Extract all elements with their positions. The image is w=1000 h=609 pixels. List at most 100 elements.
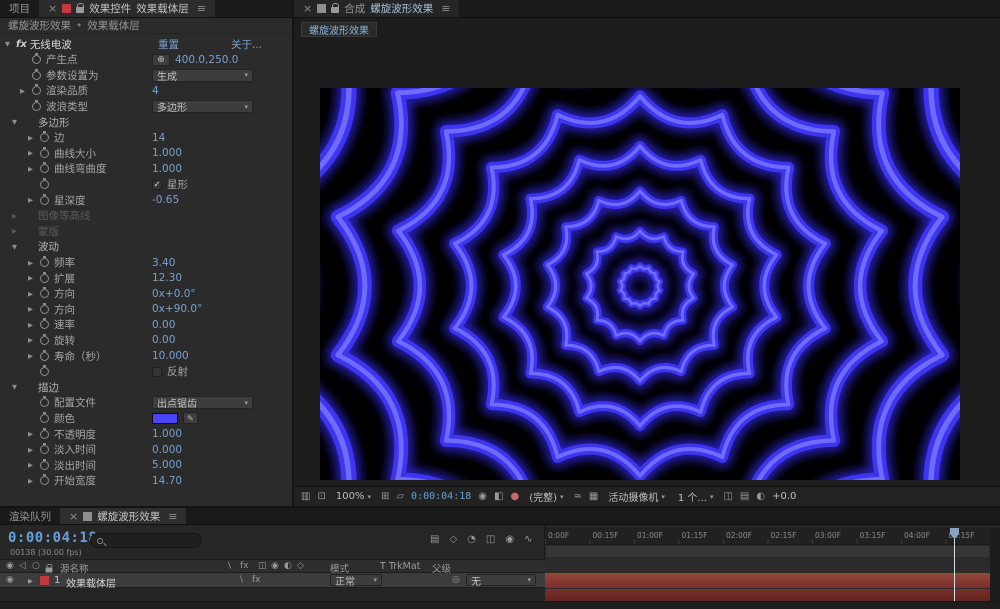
- effect-property-row[interactable]: 波浪类型多边形▾: [0, 99, 292, 115]
- work-area-bar[interactable]: [545, 545, 990, 558]
- draft-3d-icon[interactable]: ◇: [449, 534, 457, 545]
- property-value[interactable]: 0.00: [152, 334, 175, 346]
- viewer-comp-tab[interactable]: 螺旋波形效果: [301, 22, 377, 37]
- effect-property-row[interactable]: ▶频率3.40: [0, 255, 292, 271]
- show-snapshot-icon[interactable]: ◧: [494, 491, 503, 502]
- property-value[interactable]: 400.0,250.0: [175, 54, 238, 66]
- mode-dropdown[interactable]: 正常 ▾: [330, 574, 382, 586]
- preview-timecode[interactable]: 0:00:04:18: [411, 491, 471, 502]
- tab-project[interactable]: 项目: [0, 0, 39, 17]
- property-value[interactable]: 0.00: [152, 319, 175, 331]
- effect-property-row[interactable]: 参数设置为生成▾: [0, 68, 292, 84]
- property-dropdown[interactable]: 多边形▾: [152, 100, 253, 113]
- layer-visibility-icon[interactable]: ◉: [6, 575, 14, 585]
- stopwatch-icon[interactable]: [40, 196, 49, 205]
- effect-property-row[interactable]: ▶蒙版: [0, 224, 292, 240]
- effect-property-row[interactable]: ▶扩展12.30: [0, 270, 292, 286]
- current-time-indicator[interactable]: [954, 528, 955, 601]
- exposure-icon[interactable]: ◐: [756, 491, 765, 502]
- effect-property-row[interactable]: ▶星深度-0.65: [0, 192, 292, 208]
- property-value[interactable]: 12.30: [152, 272, 182, 284]
- stopwatch-icon[interactable]: [40, 414, 49, 423]
- expander-icon[interactable]: ▶: [28, 352, 39, 360]
- expander-icon[interactable]: ▼: [12, 243, 23, 251]
- effect-property-row[interactable]: ▶曲线弯曲度1.000: [0, 161, 292, 177]
- property-value[interactable]: 14: [152, 132, 165, 144]
- effect-property-row[interactable]: ✓星形: [0, 177, 292, 193]
- resolution-dropdown[interactable]: (完整) ▾: [526, 490, 566, 504]
- screen-mode-icon[interactable]: ⊡: [317, 491, 325, 502]
- effect-property-row[interactable]: ▶曲线大小1.000: [0, 146, 292, 162]
- expander-icon[interactable]: ▶: [28, 196, 39, 204]
- expander-icon[interactable]: ▶: [12, 212, 23, 220]
- stopwatch-icon[interactable]: [40, 398, 49, 407]
- effect-property-row[interactable]: ▶方向0x+0.0°: [0, 286, 292, 302]
- property-value[interactable]: 14.70: [152, 475, 182, 487]
- effect-property-row[interactable]: ▶图像等高线: [0, 208, 292, 224]
- expander-icon[interactable]: ▶: [28, 461, 39, 469]
- property-dropdown[interactable]: 出点锯齿▾: [152, 396, 253, 409]
- motion-blur-icon[interactable]: ◉: [505, 534, 514, 545]
- panel-menu-icon[interactable]: ≡: [168, 510, 177, 523]
- property-checkbox[interactable]: [152, 367, 162, 377]
- expander-icon[interactable]: ▶: [28, 446, 39, 454]
- tab-effect-controls[interactable]: × 效果控件 效果载体层 ≡: [39, 0, 215, 17]
- stopwatch-icon[interactable]: [40, 445, 49, 454]
- frame-blend-icon[interactable]: ◫: [486, 534, 495, 545]
- time-ruler[interactable]: 0:00F00:15F01:00F01:15F02:00F02:15F03:00…: [545, 528, 990, 545]
- stopwatch-icon[interactable]: [40, 305, 49, 314]
- property-value[interactable]: 0.000: [152, 444, 182, 456]
- stopwatch-icon[interactable]: [40, 149, 49, 158]
- effect-property-row[interactable]: ▶寿命（秒）10.000: [0, 348, 292, 364]
- expander-icon[interactable]: ▶: [28, 165, 39, 173]
- close-icon[interactable]: ×: [48, 3, 57, 14]
- layer-quality-icon[interactable]: \: [240, 575, 243, 585]
- effect-header[interactable]: ▼ fx 无线电波 重置 关于...: [0, 36, 292, 52]
- property-value[interactable]: 1.000: [152, 163, 182, 175]
- tab-render-queue[interactable]: 渲染队列: [0, 508, 60, 524]
- property-value[interactable]: 1.000: [152, 428, 182, 440]
- expander-icon[interactable]: ▶: [28, 336, 39, 344]
- snapshot-icon[interactable]: ◉: [478, 491, 487, 502]
- expander-icon[interactable]: ▼: [12, 383, 23, 391]
- lock-icon[interactable]: [331, 7, 339, 13]
- stopwatch-icon[interactable]: [40, 133, 49, 142]
- effect-property-row[interactable]: ▶渲染品质4: [0, 83, 292, 99]
- graph-editor-icon[interactable]: ∿: [524, 534, 532, 545]
- parent-pickwhip-icon[interactable]: ◎: [452, 575, 460, 585]
- expander-icon[interactable]: ▶: [12, 227, 23, 235]
- mini-flowchart-icon[interactable]: ▤: [740, 491, 749, 502]
- layer-row[interactable]: ◉ ▶ 1 效果载体层 \ fx 正常 ▾ ◎ 无 ▾: [0, 573, 545, 588]
- expander-icon[interactable]: ▶: [28, 134, 39, 142]
- expander-icon[interactable]: ▶: [28, 321, 39, 329]
- effect-property-row[interactable]: ▼波动: [0, 239, 292, 255]
- effect-property-row[interactable]: ▶淡入时间0.000: [0, 442, 292, 458]
- layer-duration-bar[interactable]: [545, 573, 990, 588]
- effect-property-row[interactable]: ▶边14: [0, 130, 292, 146]
- tab-composition[interactable]: × 合成 螺旋波形效果 ≡: [294, 0, 459, 17]
- property-value[interactable]: 4: [152, 85, 159, 97]
- timeline-scrollbar-area[interactable]: [0, 601, 1000, 609]
- layer-expander-icon[interactable]: ▶: [28, 577, 33, 585]
- exposure-value[interactable]: +0.0: [772, 491, 796, 502]
- effect-property-row[interactable]: ▶方向0x+90.0°: [0, 302, 292, 318]
- transparency-grid-icon[interactable]: ▦: [589, 491, 598, 502]
- panel-menu-icon[interactable]: ≡: [197, 2, 206, 15]
- expander-icon[interactable]: ▶: [28, 305, 39, 313]
- property-value[interactable]: 0x+90.0°: [152, 303, 202, 315]
- pixel-aspect-icon[interactable]: ◫: [723, 491, 732, 502]
- stopwatch-icon[interactable]: [32, 55, 41, 64]
- stopwatch-icon[interactable]: [40, 352, 49, 361]
- close-icon[interactable]: ×: [303, 3, 312, 14]
- hide-shy-layers-icon[interactable]: ◔: [467, 534, 476, 545]
- expander-icon[interactable]: ▶: [28, 290, 39, 298]
- stopwatch-icon[interactable]: [40, 430, 49, 439]
- property-value[interactable]: 10.000: [152, 350, 189, 362]
- panel-menu-icon[interactable]: ≡: [441, 2, 450, 15]
- search-input[interactable]: [108, 535, 195, 546]
- stopwatch-icon[interactable]: [40, 476, 49, 485]
- effect-property-row[interactable]: ▼多边形: [0, 114, 292, 130]
- tab-timeline-comp[interactable]: × 螺旋波形效果 ≡: [60, 508, 186, 524]
- effect-property-row[interactable]: ▶速率0.00: [0, 317, 292, 333]
- fast-previews-icon[interactable]: ≈: [574, 491, 582, 502]
